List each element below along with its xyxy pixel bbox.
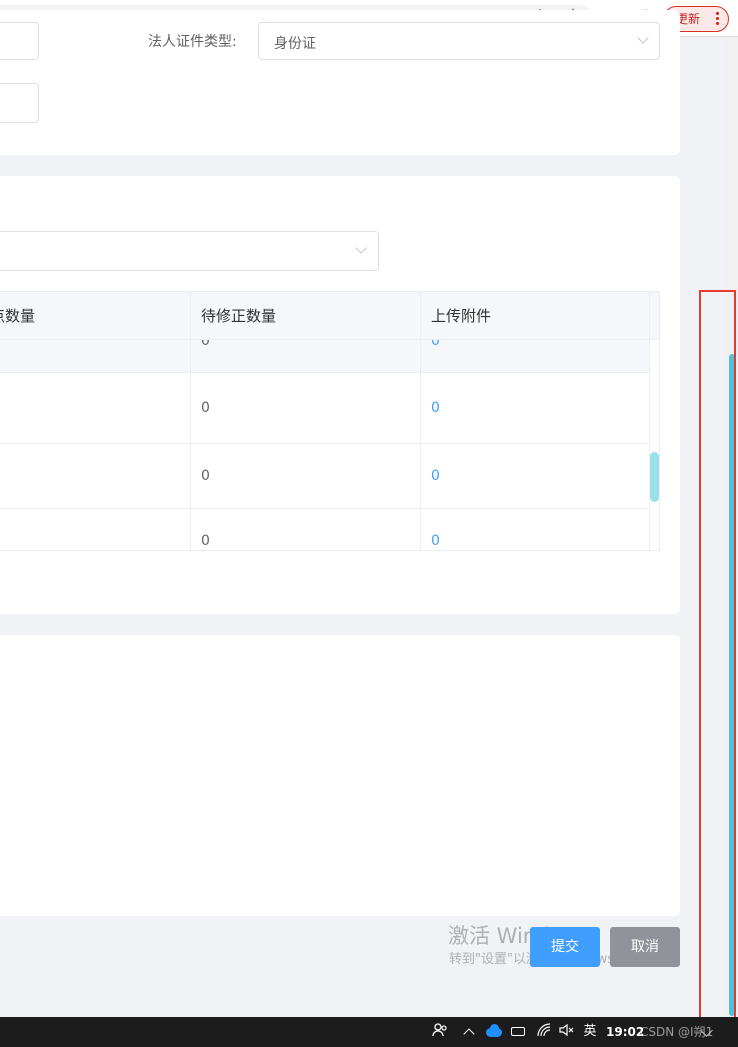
battery-icon[interactable] [510, 1022, 528, 1042]
column-header: 待修正数量 [191, 292, 421, 340]
table-filter-select[interactable] [0, 231, 379, 271]
input-method-indicator[interactable]: 英 [581, 1022, 599, 1042]
onedrive-icon[interactable] [485, 1022, 503, 1042]
legal-id-type-label: 法人证件类型: [148, 34, 237, 50]
attachment-link[interactable]: 0 [431, 340, 440, 349]
legal-id-type-select[interactable]: 身份证 [258, 22, 660, 60]
notification-icon[interactable] [700, 1022, 714, 1042]
windows-taskbar: 英 19:02 CSDN @Ⅰ朔1 [0, 1017, 738, 1047]
attachment-link[interactable]: 0 [431, 533, 440, 549]
wifi-icon[interactable] [535, 1022, 553, 1042]
table-row: 0 0 [0, 444, 650, 509]
tray-chevron-icon[interactable] [461, 1022, 477, 1042]
text-input[interactable] [0, 83, 39, 123]
more-menu-icon[interactable] [716, 12, 719, 26]
highlight-annotation-box [699, 290, 736, 1036]
column-header: 点数量 [0, 292, 191, 340]
attachment-link[interactable]: 0 [431, 400, 440, 416]
table-scrollbar-thumb[interactable] [650, 452, 659, 502]
chevron-down-icon [355, 242, 367, 254]
column-header: 上传附件 [421, 292, 650, 340]
table-row: 0 0 [0, 509, 650, 550]
submit-button[interactable]: 提交 [530, 927, 600, 967]
table-body: 0 0 0 0 0 0 0 0 [0, 340, 650, 550]
table-row: 0 0 [0, 373, 650, 444]
legal-id-type-value: 身份证 [274, 36, 316, 52]
pending-count: 0 [201, 340, 210, 349]
chevron-down-icon [637, 32, 649, 44]
cancel-button[interactable]: 取消 [610, 927, 680, 967]
attachment-link[interactable]: 0 [431, 468, 440, 484]
empty-section-card [0, 635, 680, 916]
taskbar-clock[interactable]: 19:02 [606, 1022, 644, 1042]
pending-count: 0 [201, 400, 210, 416]
pending-count: 0 [201, 468, 210, 484]
pending-count: 0 [201, 533, 210, 549]
volume-muted-icon[interactable] [557, 1022, 575, 1042]
people-icon[interactable] [430, 1022, 450, 1042]
table-row: 0 0 [0, 340, 650, 373]
text-input[interactable] [0, 22, 39, 60]
table-header: 点数量 待修正数量 上传附件 [0, 292, 659, 340]
data-table: 点数量 待修正数量 上传附件 0 0 0 0 0 0 0 0 [0, 291, 660, 551]
